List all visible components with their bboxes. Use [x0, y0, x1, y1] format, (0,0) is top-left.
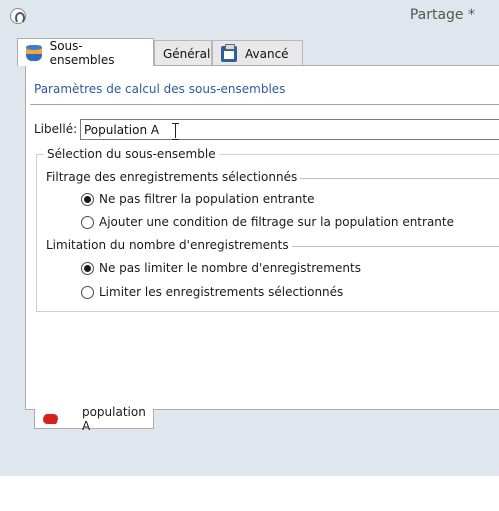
- radio-button[interactable]: [81, 215, 94, 229]
- radio-button[interactable]: [81, 261, 94, 275]
- window-title: Partage *: [409, 7, 475, 23]
- clipboard-icon: [221, 43, 237, 62]
- filter-heading: Filtrage des enregistrements sélectionné…: [46, 170, 301, 184]
- radio-add-filter[interactable]: Ajouter une condition de filtrage sur la…: [81, 215, 454, 229]
- tab-general[interactable]: Général: [154, 40, 212, 66]
- database-icon: [26, 44, 42, 61]
- group-legend: Sélection du sous-ensemble: [44, 147, 219, 161]
- section-divider: [30, 104, 499, 105]
- libelle-label: Libellé:: [34, 122, 78, 136]
- tab-population-a[interactable]: population A: [34, 405, 154, 433]
- radio-button[interactable]: [81, 285, 94, 299]
- radio-label: Ne pas limiter le nombre d'enregistremen…: [99, 261, 361, 275]
- population-icon: [41, 413, 60, 424]
- radio-label: Ajouter une condition de filtrage sur la…: [99, 215, 454, 229]
- window-bottom-edge: [0, 475, 499, 476]
- tab-label: Général: [163, 46, 211, 61]
- limit-divider: [263, 246, 499, 247]
- radio-no-filter[interactable]: Ne pas filtrer la population entrante: [81, 192, 314, 206]
- app-icon[interactable]: [10, 8, 26, 24]
- tab-avance[interactable]: Avancé: [212, 40, 303, 66]
- section-title: Paramètres de calcul des sous-ensembles: [34, 82, 286, 96]
- title-bar: Partage *: [0, 0, 499, 32]
- tab-label: population A: [81, 404, 146, 433]
- tab-label: Avancé: [245, 46, 289, 61]
- text-cursor-icon: [172, 123, 179, 140]
- filter-divider: [266, 178, 499, 179]
- radio-limit[interactable]: Limiter les enregistrements sélectionnés: [81, 285, 343, 299]
- radio-button[interactable]: [81, 192, 94, 206]
- tab-panel: Paramètres de calcul des sous-ensembles …: [25, 65, 499, 410]
- libelle-input[interactable]: [80, 119, 499, 140]
- radio-label: Ne pas filtrer la population entrante: [99, 192, 315, 206]
- limit-heading: Limitation du nombre d'enregistrements: [46, 238, 292, 252]
- radio-no-limit[interactable]: Ne pas limiter le nombre d'enregistremen…: [81, 261, 361, 275]
- tab-sous-ensembles[interactable]: Sous-ensembles: [17, 38, 154, 67]
- tab-label: Sous-ensembles: [49, 38, 115, 67]
- radio-label: Limiter les enregistrements sélectionnés: [99, 285, 344, 299]
- window: Partage * Sous-ensembles Général Avancé …: [0, 0, 499, 475]
